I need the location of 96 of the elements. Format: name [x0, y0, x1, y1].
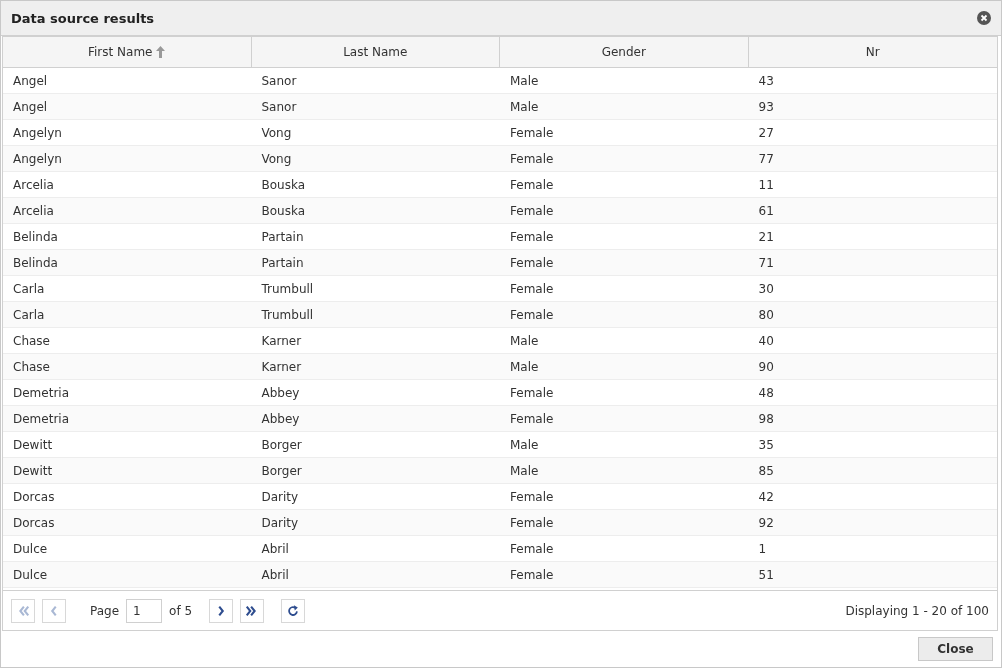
table-cell-text: 40 [757, 333, 775, 348]
table-cell-text: Female [509, 281, 555, 296]
table-cell-text: 77 [757, 151, 775, 166]
table-cell-text: 11 [757, 177, 775, 192]
table-cell-text: Borger [260, 463, 303, 478]
table-cell-text: 42 [757, 489, 775, 504]
table-cell-text: Carla [12, 307, 46, 322]
table-cell-text: 90 [757, 359, 775, 374]
table-cell-text: Chase [12, 359, 51, 374]
table-cell-text: Arcelia [12, 203, 55, 218]
table-cell-text: Male [509, 463, 540, 478]
table-cell-text: Female [509, 151, 555, 166]
table-cell-text: 61 [757, 203, 775, 218]
table-cell-text: Male [509, 73, 540, 88]
table-cell-text: Angel [12, 73, 49, 88]
table-cell-text: 93 [757, 99, 775, 114]
table-cell-text: Dulce [12, 541, 49, 556]
table-cell-text: Female [509, 203, 555, 218]
table-cell-text: 27 [757, 125, 775, 140]
table-cell-text: 85 [757, 463, 775, 478]
table-cell-text: Arcelia [12, 177, 55, 192]
refresh-button[interactable] [281, 598, 306, 623]
table-cell-text: Abril [260, 541, 290, 556]
table-cell-text: Dorcas [12, 515, 56, 530]
table-cell-text: Female [509, 177, 555, 192]
table-cell-text: 92 [757, 515, 775, 530]
display-count-text: Displaying 1 - 20 of 100 [845, 603, 989, 618]
table-cell-text: Dewitt [12, 463, 54, 478]
table-cell-text: Partain [260, 255, 305, 270]
table-cell-text: Abbey [260, 411, 301, 426]
table-cell-text: Bouska [260, 203, 307, 218]
close-button[interactable]: Close [918, 637, 993, 661]
table-cell-text: Sanor [260, 73, 298, 88]
table-cell-text: Female [509, 229, 555, 244]
table-cell-text: Dewitt [12, 437, 54, 452]
table-cell-text: Female [509, 385, 555, 400]
table-cell-text: Angelyn [12, 151, 63, 166]
column-header[interactable]: Gender [500, 37, 749, 67]
table-cell-text: 80 [757, 307, 775, 322]
table-cell-text: Abril [260, 567, 290, 582]
table-cell-text: Male [509, 99, 540, 114]
table-cell-text: 43 [757, 73, 775, 88]
table-cell-text: Darity [260, 515, 300, 530]
table-cell-text: Dorcas [12, 489, 56, 504]
close-icon[interactable] [977, 11, 991, 25]
table-cell-text: Belinda [12, 229, 59, 244]
table-cell-text: Angelyn [12, 125, 63, 140]
page-label: Page [90, 603, 120, 618]
table-cell-text: Female [509, 515, 555, 530]
table-cell-text: Female [509, 541, 555, 556]
table-cell-text: Sanor [260, 99, 298, 114]
table-cell-text: Male [509, 333, 540, 348]
table-cell-text: Karner [260, 333, 303, 348]
table-cell-text: 48 [757, 385, 775, 400]
table-cell-text: 98 [757, 411, 775, 426]
table-cell-text: Male [509, 359, 540, 374]
table-cell-text: Abbey [260, 385, 301, 400]
table-cell-text: Female [509, 125, 555, 140]
next-page-button[interactable] [209, 598, 234, 623]
table-cell-text: Male [509, 437, 540, 452]
table-cell-text: Borger [260, 437, 303, 452]
table-cell-text: 71 [757, 255, 775, 270]
window-title: Data source results [11, 10, 155, 26]
table-cell-text: Karner [260, 359, 303, 374]
page-count-label: of 5 [169, 603, 193, 618]
page-number-field[interactable]: 1 [126, 598, 163, 623]
table-cell-text: Carla [12, 281, 46, 296]
table-cell-text: Chase [12, 333, 51, 348]
table-cell-text: 30 [757, 281, 775, 296]
table-cell-text: Female [509, 307, 555, 322]
table-cell-text: Bouska [260, 177, 307, 192]
table-cell-text: Trumbull [260, 307, 315, 322]
table-cell-text: Darity [260, 489, 300, 504]
table-cell-text: Dulce [12, 567, 49, 582]
table-cell-text: 51 [757, 567, 775, 582]
table-cell-text: Angel [12, 99, 49, 114]
table-cell-text: 1 [757, 541, 768, 556]
table-cell-text: 21 [757, 229, 775, 244]
table-cell-text: Trumbull [260, 281, 315, 296]
table-cell-text: Female [509, 567, 555, 582]
last-page-button[interactable] [240, 598, 265, 623]
refresh-icon [286, 603, 301, 618]
table-cell-text: Demetria [12, 385, 71, 400]
table-cell-text: Demetria [12, 411, 71, 426]
column-header[interactable]: Nr [748, 37, 997, 67]
table-cell-text: Partain [260, 229, 305, 244]
table-cell-text: Female [509, 489, 555, 504]
column-header[interactable]: First Name [3, 37, 252, 67]
table-cell-text: Female [509, 255, 555, 270]
first-page-icon [16, 603, 30, 618]
table-cell-text: Vong [260, 125, 293, 140]
column-header[interactable]: Last Name [251, 37, 500, 67]
table-cell-text: Female [509, 411, 555, 426]
table-cell-text: Vong [260, 151, 293, 166]
table-cell-text: Belinda [12, 255, 59, 270]
table-cell-text: 35 [757, 437, 775, 452]
